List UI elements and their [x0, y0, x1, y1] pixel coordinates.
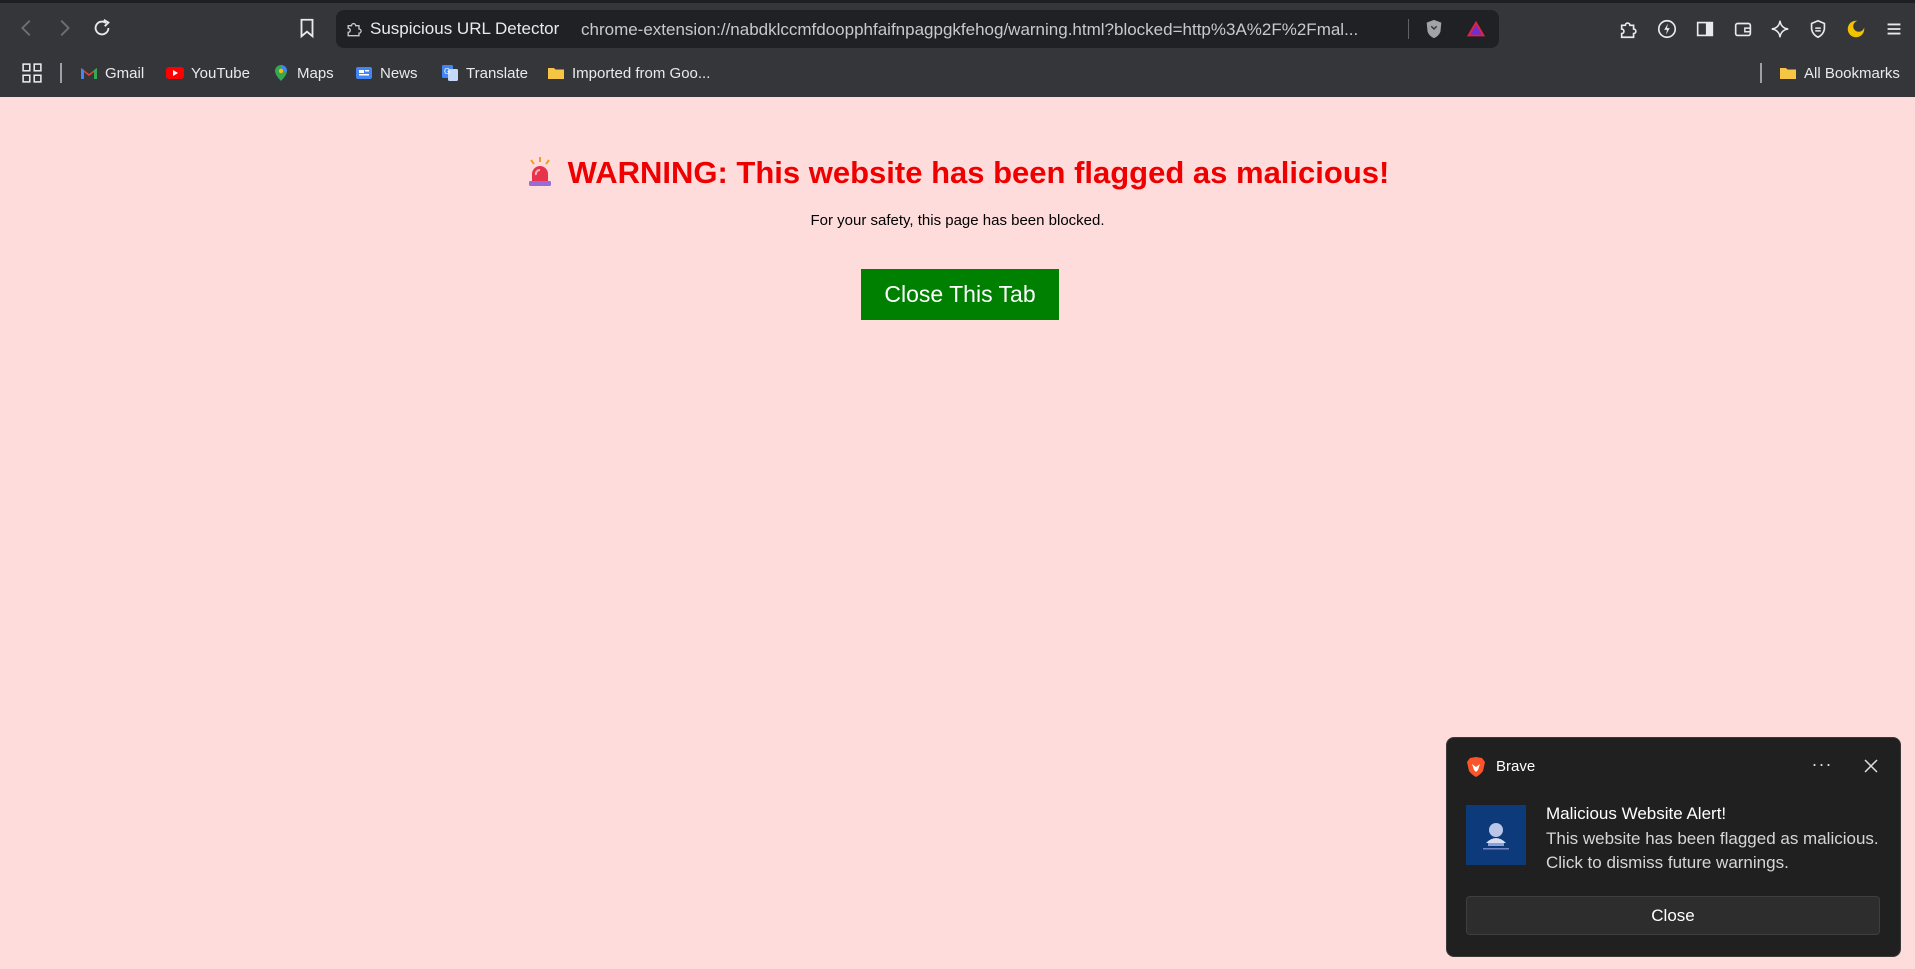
warning-title-text: WARNING: This website has been flagged a…	[567, 155, 1390, 190]
youtube-icon	[166, 67, 184, 79]
bookmark-news[interactable]: News	[355, 62, 418, 84]
bookmarks-bar: Gmail YouTube Maps News G Translate Impo…	[0, 53, 1915, 91]
sidebar-icon	[1696, 21, 1714, 37]
all-bookmarks-label: All Bookmarks	[1804, 64, 1900, 82]
notification-close-button[interactable]: Close	[1466, 896, 1880, 935]
address-bar-divider	[1408, 19, 1409, 39]
browser-toolbar: Suspicious URL Detector chrome-extension…	[0, 3, 1915, 52]
menu-button[interactable]	[1881, 16, 1907, 42]
notification-dismiss-button[interactable]	[1857, 752, 1885, 780]
bookmark-label: Gmail	[105, 64, 145, 82]
site-name: Suspicious URL Detector	[370, 19, 560, 38]
address-bar[interactable]: Suspicious URL Detector chrome-extension…	[336, 10, 1499, 48]
back-button[interactable]	[12, 13, 42, 43]
svg-text:G: G	[444, 67, 450, 76]
bookmark-label: News	[380, 64, 418, 82]
bookmark-label: YouTube	[191, 64, 250, 82]
wallet-button[interactable]	[1730, 16, 1756, 42]
moon-avatar-icon	[1847, 20, 1865, 38]
warning-heading: WARNING: This website has been flagged a…	[0, 155, 1915, 191]
police-siren-icon	[528, 157, 551, 186]
bookmark-gmail[interactable]: Gmail	[80, 62, 144, 84]
warning-subtitle: For your safety, this page has been bloc…	[810, 212, 1105, 229]
news-icon	[356, 67, 372, 79]
folder-icon	[1780, 68, 1796, 79]
arrow-left-icon	[21, 20, 31, 36]
extension-puzzle-icon	[347, 22, 362, 37]
bookmark-youtube[interactable]: YouTube	[166, 62, 250, 84]
wallet-icon	[1734, 22, 1752, 37]
bookmarks-divider	[60, 63, 62, 83]
notification-toast[interactable]: Brave ··· Malicious Website Alert! This …	[1446, 737, 1901, 957]
arrow-right-icon	[60, 20, 70, 36]
bookmark-icon	[300, 18, 314, 39]
shield-icon	[1810, 19, 1826, 39]
lightning-icon	[1657, 19, 1677, 39]
notification-body: This website has been flagged as malicio…	[1546, 829, 1879, 872]
sidebar-button[interactable]	[1692, 16, 1718, 42]
leo-speed-button[interactable]	[1654, 16, 1680, 42]
all-bookmarks[interactable]: All Bookmarks	[1779, 62, 1900, 84]
brave-logo-icon	[1467, 757, 1485, 777]
vpn-button[interactable]	[1805, 16, 1831, 42]
profile-button[interactable]	[1843, 16, 1869, 42]
bookmark-maps[interactable]: Maps	[272, 62, 334, 84]
notification-more-button[interactable]: ···	[1807, 752, 1837, 780]
leo-ai-button[interactable]	[1767, 16, 1793, 42]
bookmark-folder-imported[interactable]: Imported from Goo...	[547, 62, 710, 84]
close-icon	[1864, 759, 1878, 773]
forward-button[interactable]	[49, 13, 79, 43]
url-text[interactable]: chrome-extension://nabdklccmfdoopphfaifn…	[581, 20, 1411, 40]
extensions-button[interactable]	[1616, 16, 1642, 42]
brave-shields-icon[interactable]	[1423, 18, 1445, 40]
puzzle-icon	[1620, 22, 1637, 39]
bookmark-page-button[interactable]	[292, 13, 322, 43]
notification-title: Malicious Website Alert!	[1546, 804, 1727, 823]
bookmarks-divider-right	[1760, 63, 1762, 83]
bookmark-label: Maps	[297, 64, 334, 82]
notification-app-name: Brave	[1496, 758, 1536, 775]
notification-image	[1466, 805, 1526, 865]
hacker-shield-icon	[1483, 823, 1509, 850]
bookmark-translate[interactable]: G Translate	[441, 62, 528, 84]
close-tab-button[interactable]: Close This Tab	[861, 269, 1059, 320]
reload-button[interactable]	[87, 13, 117, 43]
bookmark-label: Translate	[466, 64, 528, 82]
apps-grid-icon	[22, 63, 42, 83]
maps-icon	[275, 65, 287, 81]
apps-button[interactable]	[22, 62, 42, 84]
bookmark-label: Imported from Goo...	[572, 64, 711, 82]
sparkle-icon	[1771, 20, 1789, 38]
browser-chrome: Suspicious URL Detector chrome-extension…	[0, 0, 1915, 97]
folder-icon	[548, 68, 564, 79]
gmail-icon	[81, 68, 97, 79]
menu-icon	[1887, 23, 1901, 35]
translate-icon: G	[442, 65, 458, 81]
reload-icon	[94, 18, 110, 36]
brave-rewards-icon[interactable]	[1465, 18, 1487, 40]
